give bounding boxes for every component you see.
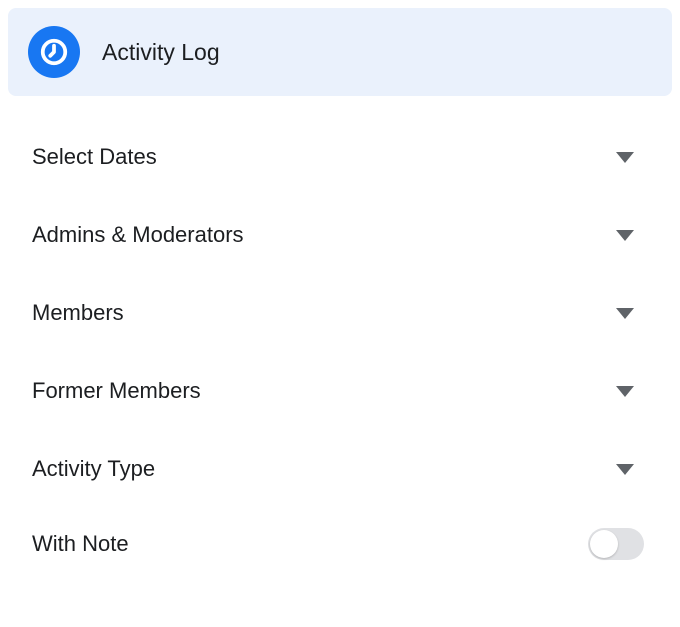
toggle-knob	[590, 530, 618, 558]
chevron-down-icon	[616, 152, 634, 163]
filter-list: Select Dates Admins & Moderators Members…	[8, 118, 672, 580]
filter-admins-moderators[interactable]: Admins & Moderators	[32, 196, 648, 274]
filter-label: Former Members	[32, 378, 201, 404]
page-title: Activity Log	[102, 39, 220, 66]
clock-icon	[28, 26, 80, 78]
chevron-down-icon	[616, 386, 634, 397]
filter-label: Select Dates	[32, 144, 157, 170]
filter-select-dates[interactable]: Select Dates	[32, 118, 648, 196]
filter-members[interactable]: Members	[32, 274, 648, 352]
filter-label: Activity Type	[32, 456, 155, 482]
chevron-down-icon	[616, 230, 634, 241]
with-note-toggle[interactable]	[588, 528, 644, 560]
filter-activity-type[interactable]: Activity Type	[32, 430, 648, 508]
chevron-down-icon	[616, 308, 634, 319]
activity-log-header[interactable]: Activity Log	[8, 8, 672, 96]
filter-label: Admins & Moderators	[32, 222, 244, 248]
filter-with-note: With Note	[32, 508, 648, 580]
chevron-down-icon	[616, 464, 634, 475]
filter-label: With Note	[32, 531, 129, 557]
filter-label: Members	[32, 300, 124, 326]
filter-former-members[interactable]: Former Members	[32, 352, 648, 430]
